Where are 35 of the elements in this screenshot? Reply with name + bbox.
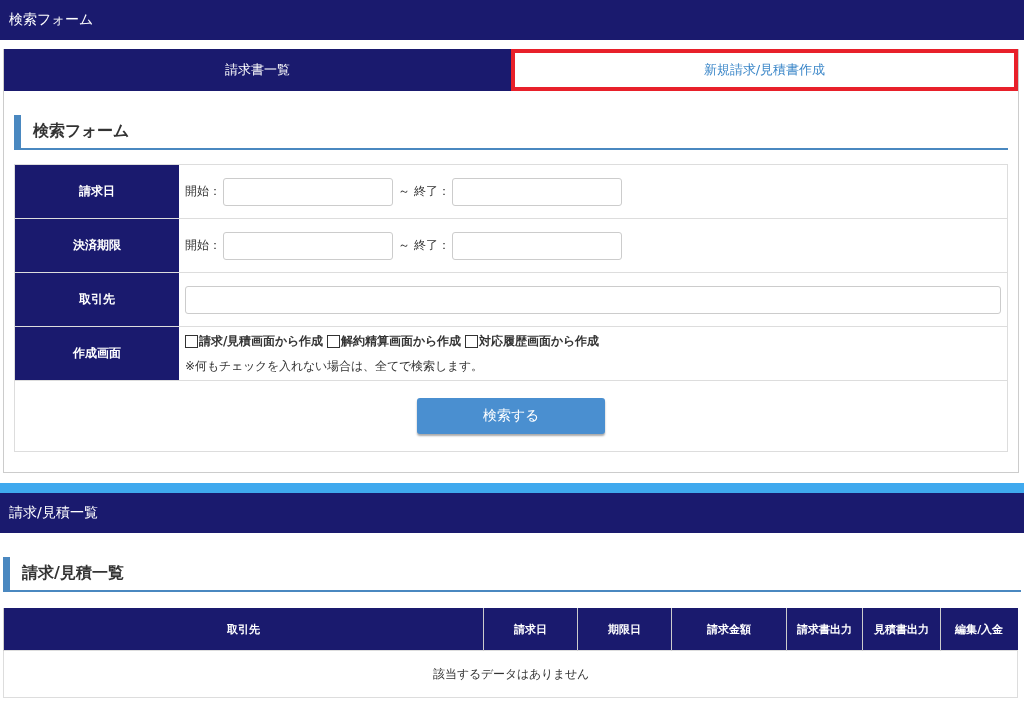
checkbox[interactable] [465,334,479,348]
section-header-bar: 請求/見積一覧 [0,493,1024,533]
end-date-field[interactable] [451,177,622,206]
column-header: 期限日 [577,608,672,651]
column-header: 請求書出力 [786,608,863,651]
start-label: 開始： [185,183,221,200]
checkbox-label: 請求/見積画面から作成 [199,332,324,350]
tab[interactable]: 新規請求/見積書作成 [511,49,1018,91]
search-button[interactable]: 検索する [417,398,605,434]
empty-message: 該当するデータはありません [3,650,1018,698]
checkbox-label: 解約精算画面から作成 [341,332,462,350]
checkbox-label: 対応履歴画面から作成 [479,332,600,350]
field-label: 決済期限 [15,219,179,272]
end-date-field[interactable] [451,231,622,260]
section-heading: 検索フォーム [14,115,1008,150]
column-header: 請求金額 [671,608,787,651]
text-field[interactable] [185,285,1001,314]
start-date-field[interactable] [223,177,393,206]
section-heading: 請求/見積一覧 [3,557,1021,592]
end-label: ～ 終了： [398,237,450,254]
checkbox[interactable] [185,334,198,348]
start-label: 開始： [185,237,221,254]
column-header: 編集/入金 [940,608,1018,651]
field-label: 請求日 [15,165,179,218]
column-header: 請求日 [483,608,578,651]
field-label: 作成画面 [15,327,179,380]
column-header: 見積書出力 [862,608,941,651]
tab[interactable]: 請求書一覧 [4,49,511,91]
page-header-bar: 検索フォーム [0,0,1024,40]
end-label: ～ 終了： [398,183,450,200]
hint-text: ※何もチェックを入れない場合は、全てで検索します。 [185,357,484,375]
checkbox[interactable] [327,334,341,348]
column-header: 取引先 [3,608,484,651]
field-label: 取引先 [15,273,179,326]
start-date-field[interactable] [223,231,393,260]
